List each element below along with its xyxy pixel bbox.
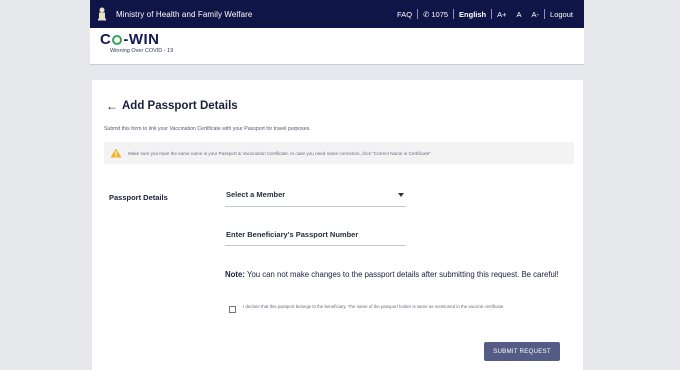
- logo-tagline: Winning Over COVID - 19: [110, 48, 174, 54]
- declaration-text: I declare that this passport belongs to …: [243, 304, 505, 309]
- logout-link[interactable]: Logout: [545, 10, 578, 19]
- declaration-checkbox[interactable]: [229, 306, 236, 313]
- font-decrease-button[interactable]: A-: [527, 10, 545, 19]
- note-prefix: Note:: [225, 270, 245, 279]
- top-bar: Ministry of Health and Family Welfare FA…: [90, 0, 584, 28]
- site-header: C -WIN Winning Over COVID - 19: [90, 28, 584, 65]
- helpline-number: 1075: [431, 9, 449, 19]
- submit-request-button[interactable]: SUBMIT REQUEST: [484, 342, 560, 361]
- font-increase-button[interactable]: A+: [492, 10, 511, 19]
- national-emblem-icon: [96, 5, 108, 23]
- member-select-value: Select a Member: [226, 190, 286, 199]
- logo-ring-icon: [112, 35, 123, 45]
- logo-letter-c: C: [100, 31, 112, 48]
- back-arrow-icon[interactable]: ←: [106, 99, 118, 113]
- note-body: You can not make changes to the passport…: [244, 270, 559, 279]
- ministry-name: Ministry of Health and Family Welfare: [116, 9, 253, 19]
- name-warning-notice: Make sure you have the same name in your…: [104, 142, 574, 164]
- font-normal-button[interactable]: A: [512, 10, 527, 19]
- language-selector[interactable]: English: [454, 10, 491, 19]
- chevron-down-icon: [398, 193, 404, 197]
- notice-text: Make sure you have the same name in your…: [128, 150, 431, 156]
- member-select[interactable]: Select a Member: [225, 187, 406, 207]
- phone-icon: ✆: [423, 9, 430, 19]
- page-subtitle: Submit this form to link your Vaccinatio…: [104, 126, 311, 132]
- passport-details-label: Passport Details: [109, 193, 168, 202]
- page-title: ← Add Passport Details: [106, 99, 238, 113]
- page-title-text: Add Passport Details: [122, 100, 238, 112]
- logo-text-win: -WIN: [123, 31, 160, 48]
- faq-link[interactable]: FAQ: [392, 10, 417, 19]
- warning-icon: [110, 148, 122, 158]
- cowin-logo[interactable]: C -WIN: [100, 31, 160, 48]
- passport-number-input[interactable]: [225, 224, 406, 246]
- top-nav: FAQ ✆ 1075 English A+ A A- Logout: [392, 9, 578, 19]
- declaration-row: I declare that this passport belongs to …: [229, 304, 564, 313]
- passport-form-card: ← Add Passport Details Submit this form …: [92, 80, 583, 370]
- helpline-link[interactable]: ✆ 1075: [418, 10, 453, 19]
- note-text: Note: You can not make changes to the pa…: [225, 270, 565, 281]
